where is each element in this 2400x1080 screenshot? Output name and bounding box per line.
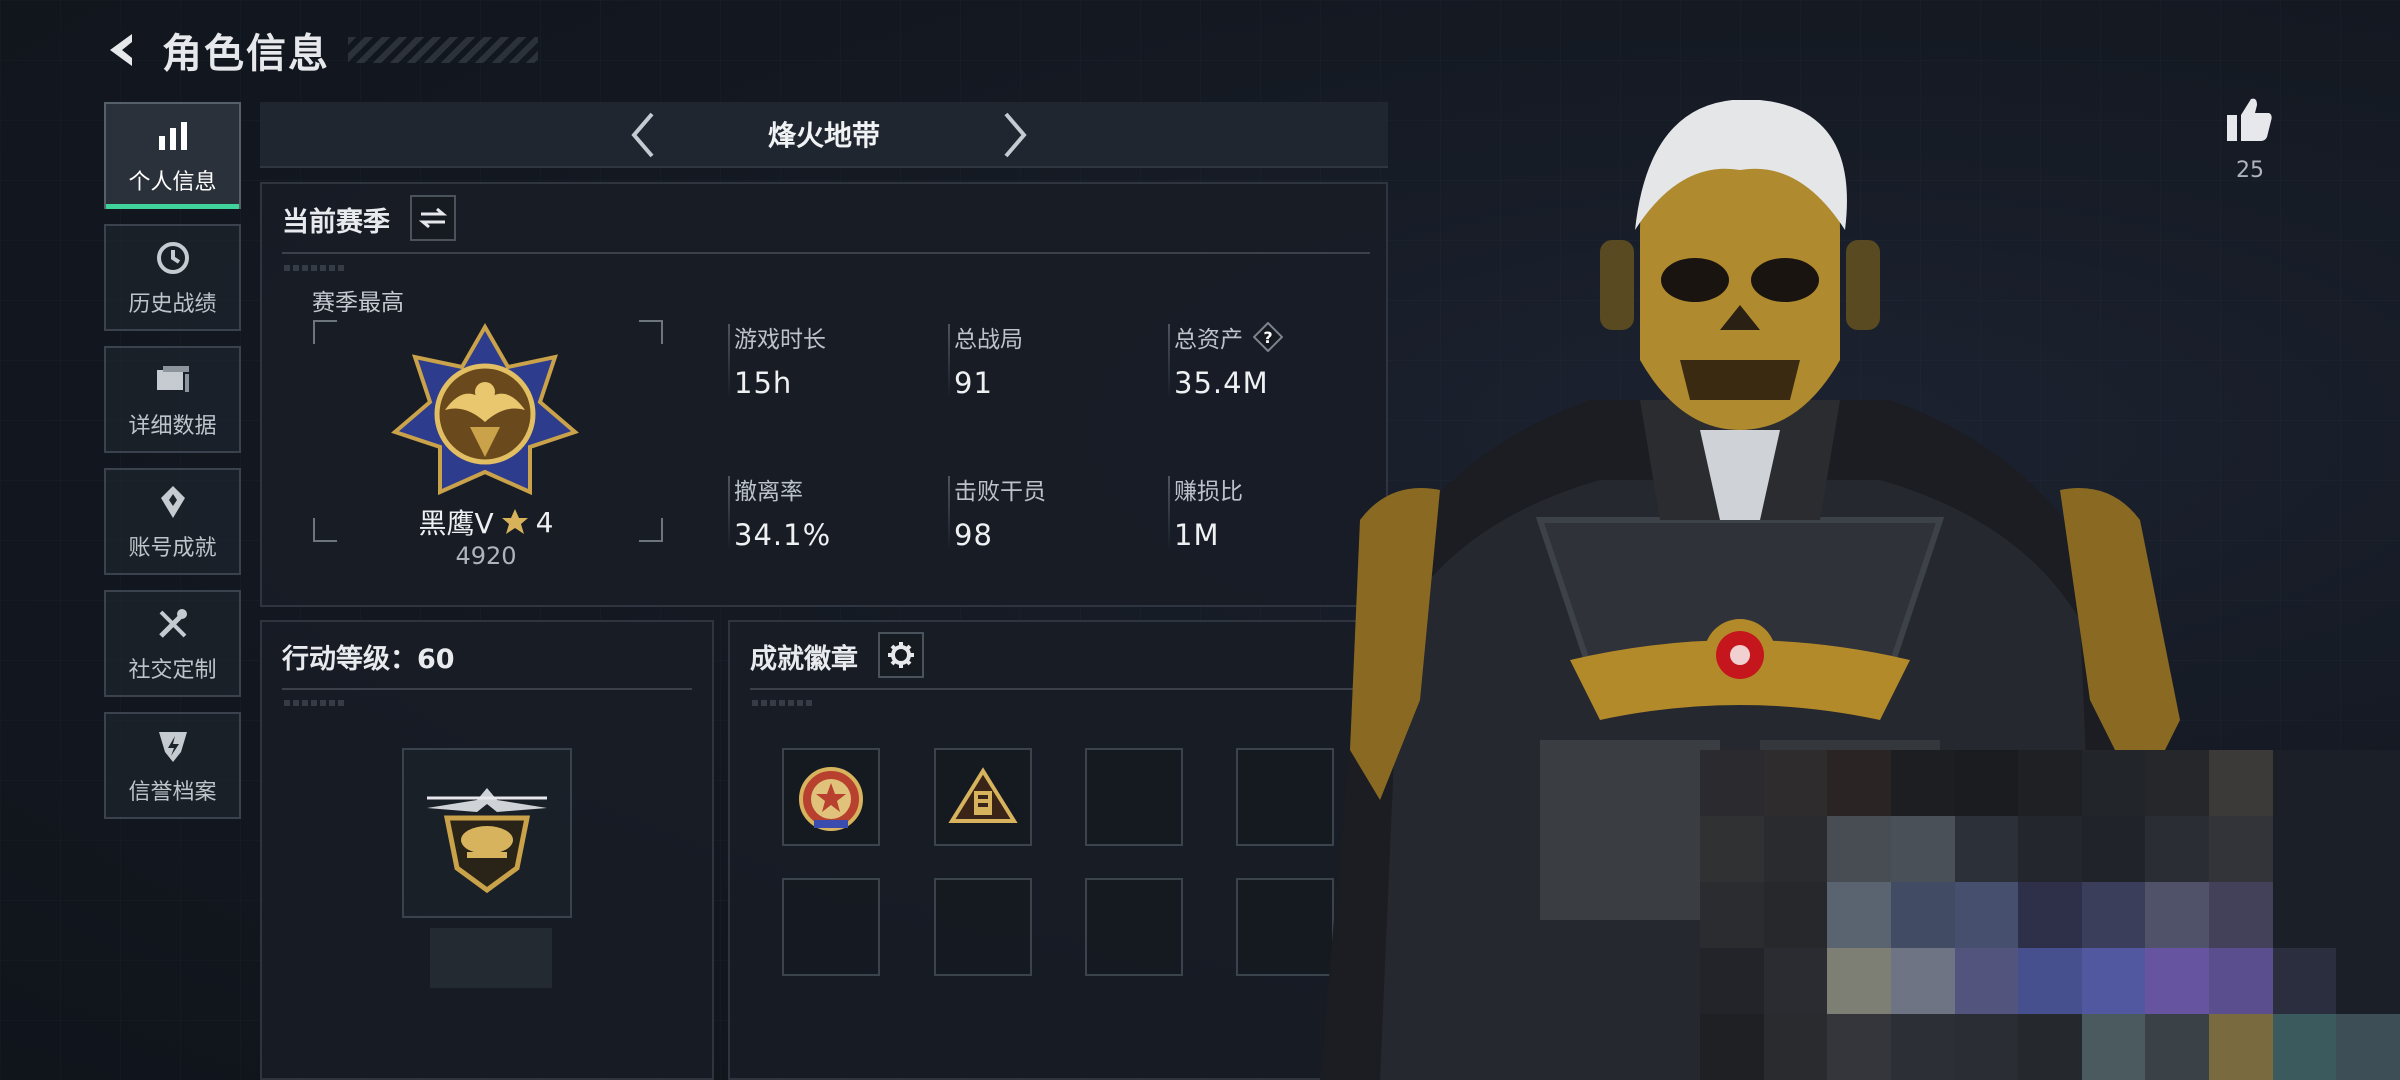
rank-badge-icon [391, 322, 579, 496]
nav-label: 个人信息 [128, 169, 217, 195]
achievement-icon [153, 482, 193, 522]
folder-icon [153, 360, 193, 400]
stat-operators-defeated: 击败干员 98 [948, 472, 1148, 552]
nav-label: 社交定制 [128, 657, 217, 683]
sidebar-nav: 个人信息 历史战绩 详细数据 账号成就 社交定制 信誉档案 [104, 102, 241, 834]
mode-next-button[interactable] [990, 110, 1040, 160]
stat-value: 91 [954, 366, 993, 400]
season-title: 当前赛季 [282, 207, 390, 238]
nav-item-achievements[interactable]: 账号成就 [104, 468, 241, 575]
back-arrow-icon [110, 34, 132, 66]
gear-icon [888, 642, 914, 668]
decoration [752, 700, 812, 706]
pixelated-overlay [1700, 750, 2400, 1080]
mode-title: 烽火地带 [767, 119, 880, 152]
switch-season-button[interactable] [410, 195, 456, 241]
nav-label: 历史战绩 [128, 291, 217, 317]
season-divider [282, 252, 1370, 254]
badge-slot-empty[interactable] [782, 878, 880, 976]
action-level-title: 行动等级：60 [282, 644, 455, 675]
back-button[interactable] [100, 26, 148, 74]
nav-item-reputation[interactable]: 信誉档案 [104, 712, 241, 819]
badge-slot[interactable] [934, 748, 1032, 846]
chevron-left-icon [631, 112, 654, 158]
bar-chart-icon [153, 116, 193, 156]
stat-value: 98 [954, 518, 993, 552]
star-medal-icon [799, 767, 863, 831]
page-header: 角色信息 [100, 22, 538, 78]
nav-label: 信誉档案 [128, 779, 217, 805]
blurred-label [430, 928, 552, 988]
badge-slot[interactable] [782, 748, 880, 846]
tools-icon [153, 604, 193, 644]
badge-slot-empty[interactable] [1085, 748, 1183, 846]
nav-label: 详细数据 [128, 413, 217, 439]
stat-value: 34.1% [734, 518, 832, 552]
nav-item-personal-info[interactable]: 个人信息 [104, 102, 241, 209]
decoration [284, 700, 344, 706]
mode-selector: 烽火地带 [260, 102, 1388, 168]
rank-stars: 4 [535, 505, 554, 539]
chevron-right-icon [1004, 112, 1027, 158]
stat-label: 击败干员 [954, 479, 1046, 505]
helicopter-emblem-icon [427, 788, 547, 894]
reputation-icon [153, 726, 193, 766]
badges-title: 成就徽章 [750, 644, 858, 675]
like-count: 25 [2236, 158, 2264, 183]
mode-prev-button[interactable] [618, 110, 668, 160]
stat-label: 总战局 [954, 327, 1023, 353]
title-decoration [348, 37, 538, 63]
badge-settings-button[interactable] [878, 632, 924, 678]
stat-label: 总资产 [1174, 327, 1243, 353]
nav-label: 账号成就 [128, 535, 217, 561]
thumbs-up-icon [2227, 98, 2272, 141]
page-title: 角色信息 [162, 31, 330, 77]
rank-name-row: 黑鹰V 4 [300, 502, 672, 542]
stat-label: 游戏时长 [734, 327, 826, 353]
stat-extraction-rate: 撤离率 34.1% [728, 472, 928, 552]
badge-slot-empty[interactable] [1085, 878, 1183, 976]
badge-slot-empty[interactable] [934, 878, 1032, 976]
stat-total-matches: 总战局 91 [948, 320, 1148, 400]
triangle-badge-icon [948, 767, 1018, 823]
nav-item-history[interactable]: 历史战绩 [104, 224, 241, 331]
decoration [284, 265, 344, 271]
action-level-divider [282, 688, 692, 690]
stat-label: 撤离率 [734, 479, 803, 505]
like-button[interactable] [2222, 95, 2278, 147]
history-icon [153, 238, 193, 278]
nav-item-social-custom[interactable]: 社交定制 [104, 590, 241, 697]
nav-item-detailed-data[interactable]: 详细数据 [104, 346, 241, 453]
action-level-emblem[interactable] [402, 748, 572, 918]
season-best-label: 赛季最高 [312, 290, 404, 316]
stat-value: 15h [734, 366, 793, 400]
star-icon [501, 509, 528, 534]
stat-play-time: 游戏时长 15h [728, 320, 928, 400]
swap-icon [419, 207, 447, 229]
rank-name: 黑鹰V [418, 507, 494, 540]
rank-score: 4920 [455, 542, 517, 570]
